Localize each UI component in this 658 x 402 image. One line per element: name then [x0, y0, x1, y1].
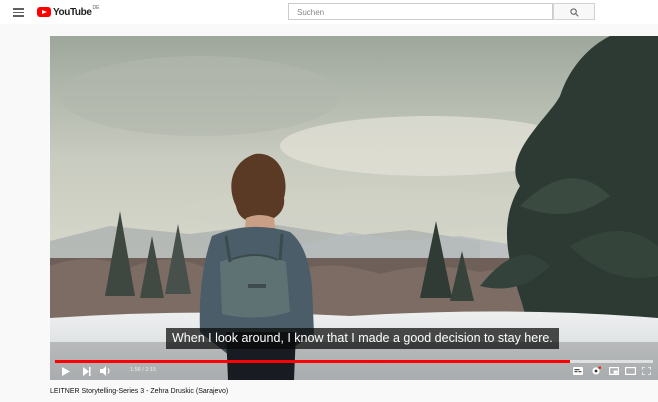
search-icon: [570, 8, 579, 17]
fullscreen-icon[interactable]: [642, 367, 651, 375]
hamburger-menu-icon[interactable]: [13, 6, 25, 18]
time-total: 2:15: [145, 367, 157, 373]
search-button[interactable]: [553, 3, 595, 20]
time-display: 1:56 / 2:15: [130, 367, 156, 373]
youtube-play-logo-icon: [37, 7, 51, 17]
search-input[interactable]: [295, 5, 549, 20]
subtitles-icon[interactable]: [573, 367, 583, 375]
caption-text: When I look around, I know that I made a…: [166, 328, 559, 349]
play-icon[interactable]: [62, 367, 70, 376]
player-controls: 1:56 / 2:15: [50, 363, 658, 380]
logo-text: YouTube: [53, 6, 92, 18]
settings-gear-icon[interactable]: [591, 366, 601, 376]
logo-country-code: DE: [92, 5, 100, 11]
masthead: YouTube DE: [0, 0, 658, 24]
time-current: 1:56: [130, 367, 141, 373]
search-box: [288, 3, 553, 20]
volume-icon[interactable]: [100, 366, 112, 376]
next-icon[interactable]: [83, 367, 91, 376]
youtube-logo[interactable]: YouTube DE: [37, 5, 99, 19]
video-title: LEITNER Storytelling-Series 3 - Zehra Dr…: [50, 388, 229, 395]
theater-mode-icon[interactable]: [625, 367, 636, 375]
miniplayer-icon[interactable]: [609, 367, 619, 375]
video-player[interactable]: When I look around, I know that I made a…: [50, 36, 658, 380]
